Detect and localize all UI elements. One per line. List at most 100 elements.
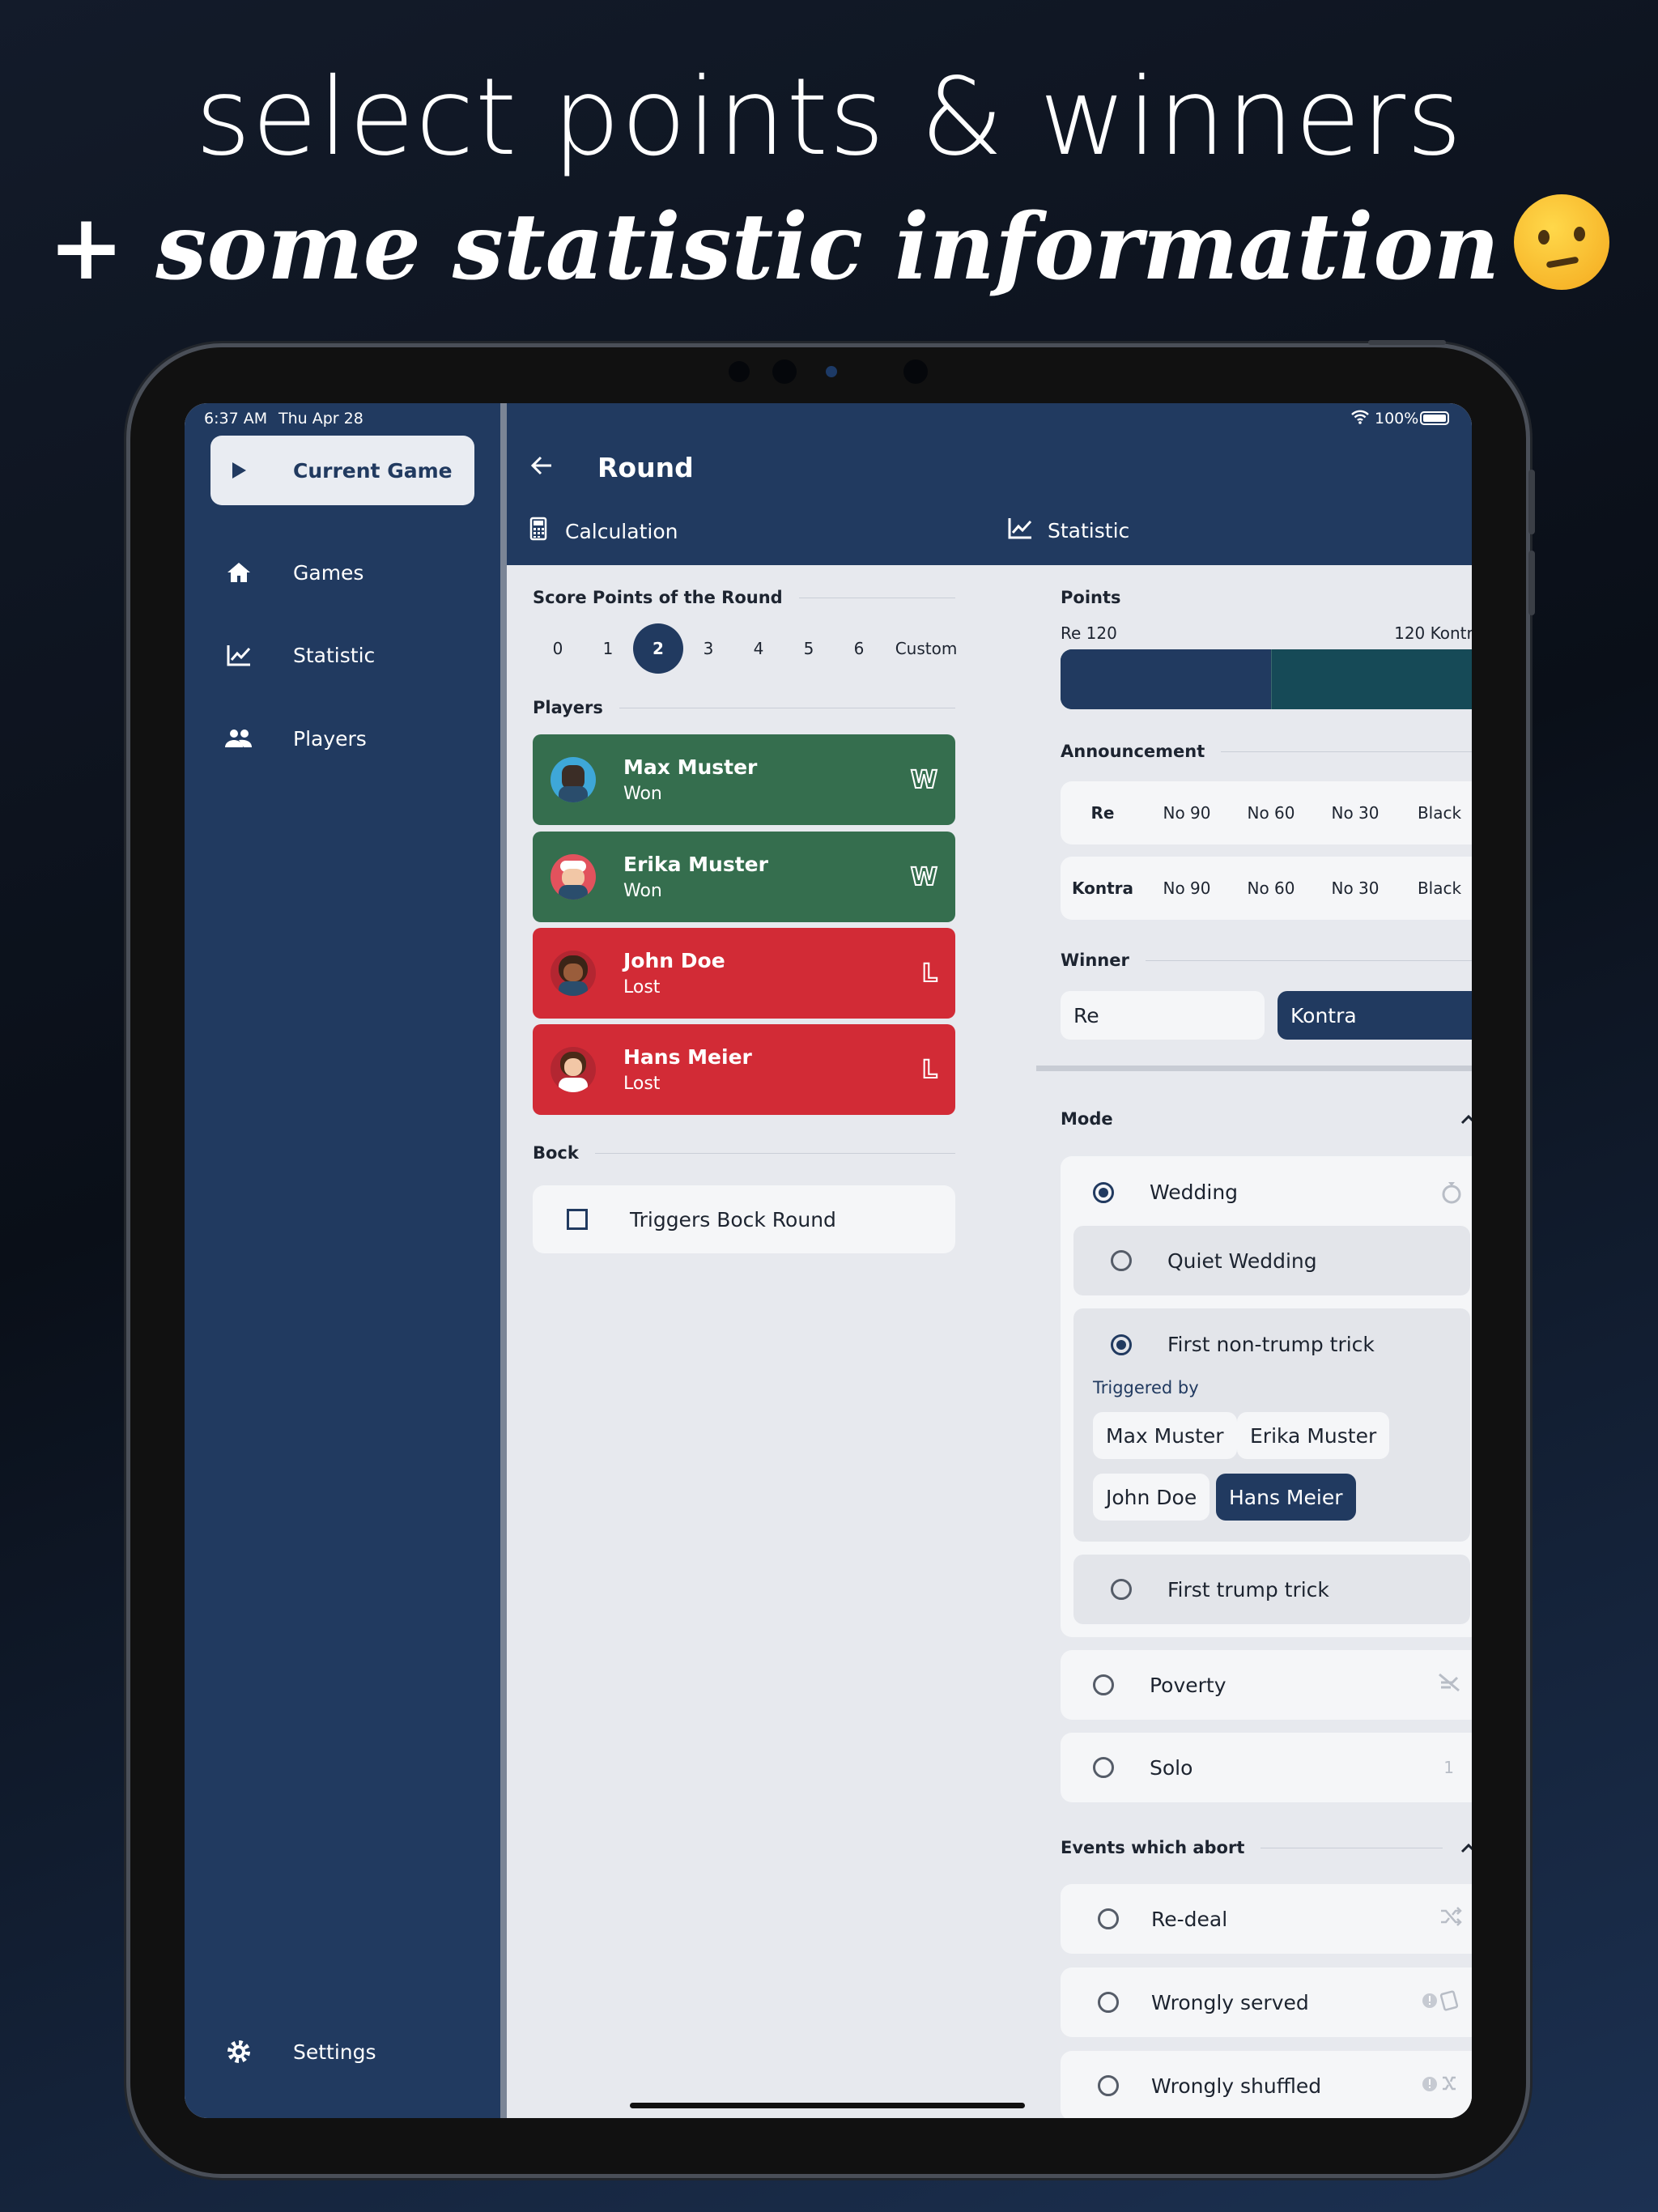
radio[interactable] xyxy=(1093,1757,1114,1778)
bock-checkbox-row[interactable]: Triggers Bock Round xyxy=(533,1185,955,1253)
wrongly-shuffled-option[interactable]: Wrongly shuffled xyxy=(1061,2051,1472,2118)
solo-label: Solo xyxy=(1150,1755,1193,1780)
radio[interactable] xyxy=(1098,2075,1119,2096)
hero-title: select points & winners xyxy=(195,55,1463,180)
radio[interactable] xyxy=(1093,1674,1114,1695)
mode-heading[interactable]: Mode xyxy=(1061,1109,1472,1129)
hero-subtitle: + some statistic information xyxy=(0,194,1658,300)
wifi-icon xyxy=(1350,410,1370,428)
score-option[interactable]: 2 xyxy=(633,623,683,674)
shuffle-icon xyxy=(1439,1906,1462,1932)
score-option[interactable]: Custom xyxy=(892,623,960,674)
quiet-wedding-option[interactable]: Quiet Wedding xyxy=(1073,1226,1470,1295)
trigger-chip[interactable]: Erika Muster xyxy=(1237,1412,1390,1459)
bock-label: Triggers Bock Round xyxy=(630,1207,836,1231)
score-heading: Score Points of the Round xyxy=(533,588,955,607)
redeal-label: Re-deal xyxy=(1151,1907,1228,1931)
split-divider[interactable] xyxy=(500,403,507,2118)
nav-current-game[interactable]: Current Game xyxy=(210,436,474,505)
sensor xyxy=(903,359,928,384)
mode-column: Mode Wedding Quiet Wedding First non-tru… xyxy=(1061,565,1472,2118)
chart-icon xyxy=(210,644,267,666)
result-tag: W xyxy=(910,862,938,892)
wrongly-served-label: Wrongly served xyxy=(1151,1990,1309,2014)
radio[interactable] xyxy=(1111,1334,1132,1355)
nav-players[interactable]: Players xyxy=(210,704,474,773)
player-name: Max Muster xyxy=(623,755,758,779)
chevron-up-icon[interactable] xyxy=(1460,1838,1472,1857)
radio[interactable] xyxy=(1093,1181,1114,1203)
poverty-option[interactable]: Poverty xyxy=(1061,1650,1472,1720)
thinking-face-icon xyxy=(1514,194,1610,290)
wedding-label: Wedding xyxy=(1150,1180,1239,1204)
camera xyxy=(826,366,837,377)
avatar xyxy=(551,854,596,900)
score-option[interactable]: 3 xyxy=(683,623,733,674)
sidebar: Current Game Games Statistic Players Set… xyxy=(185,403,500,2118)
score-option[interactable]: 0 xyxy=(533,623,583,674)
triggered-by-label: Triggered by xyxy=(1093,1378,1199,1397)
poverty-label: Poverty xyxy=(1150,1673,1226,1697)
score-option[interactable]: 1 xyxy=(583,623,633,674)
bock-heading: Bock xyxy=(533,1143,955,1163)
player-card[interactable]: Erika Muster Won W xyxy=(533,832,955,922)
radio[interactable] xyxy=(1098,1992,1119,2013)
score-option[interactable]: 4 xyxy=(733,623,784,674)
wedding-option[interactable]: Wedding xyxy=(1093,1180,1238,1204)
ring-icon xyxy=(1441,1179,1462,1210)
player-name: John Doe xyxy=(623,949,725,972)
score-option[interactable]: 6 xyxy=(834,623,884,674)
player-status: Won xyxy=(623,784,662,804)
warning-shuffle-icon xyxy=(1422,2071,1462,2100)
volume-button xyxy=(1528,470,1535,534)
player-card[interactable]: John Doe Lost L xyxy=(533,928,955,1019)
status-bar: 6:37 AM Thu Apr 28 100% xyxy=(185,403,1472,436)
players-heading: Players xyxy=(533,698,955,717)
players-heading-text: Players xyxy=(533,698,603,717)
radio[interactable] xyxy=(1111,1579,1132,1600)
sensor xyxy=(729,361,750,382)
gear-icon xyxy=(210,2039,267,2065)
chevron-up-icon[interactable] xyxy=(1460,1109,1472,1129)
first-trump-option[interactable]: First trump trick xyxy=(1073,1555,1470,1624)
redeal-option[interactable]: Re-deal xyxy=(1061,1884,1472,1954)
battery-percent: 100% xyxy=(1375,410,1419,428)
abort-heading[interactable]: Events which abort xyxy=(1061,1838,1472,1857)
screen: 6:37 AM Thu Apr 28 100% Current Game Gam… xyxy=(185,403,1472,2118)
tab-statistic[interactable]: Statistic xyxy=(1007,517,1129,544)
nav-label: Players xyxy=(293,726,367,751)
radio[interactable] xyxy=(1111,1250,1132,1271)
nav-label: Games xyxy=(293,560,364,585)
trigger-chip[interactable]: Max Muster xyxy=(1093,1412,1237,1459)
round-content: Score Points of the Round 0 1 2 3 4 5 6 Custom … xyxy=(507,565,1472,2118)
home-indicator[interactable] xyxy=(630,2103,1025,2108)
nav-settings[interactable]: Settings xyxy=(210,2017,474,2087)
solo-option[interactable]: Solo 1 xyxy=(1061,1733,1472,1802)
avatar xyxy=(551,757,596,802)
trigger-chip[interactable]: John Doe xyxy=(1093,1474,1210,1521)
avatar xyxy=(551,951,596,996)
trigger-chip[interactable]: Hans Meier xyxy=(1216,1474,1356,1521)
nav-games[interactable]: Games xyxy=(210,538,474,607)
wrongly-served-option[interactable]: Wrongly served xyxy=(1061,1967,1472,2037)
player-status: Lost xyxy=(623,1074,661,1094)
quiet-wedding-label: Quiet Wedding xyxy=(1167,1249,1317,1273)
radio[interactable] xyxy=(1098,1908,1119,1929)
warning-cards-icon xyxy=(1422,1988,1462,2017)
nav-statistic[interactable]: Statistic xyxy=(210,620,474,690)
result-tag: L xyxy=(921,959,938,989)
power-button xyxy=(1368,340,1446,345)
player-card[interactable]: Max Muster Won W xyxy=(533,734,955,825)
first-nontrump-label: First non-trump trick xyxy=(1167,1333,1375,1356)
player-card[interactable]: Hans Meier Lost L xyxy=(533,1024,955,1115)
first-nontrump-option[interactable]: First non-trump trick Triggered by Max M… xyxy=(1073,1308,1470,1542)
player-status: Lost xyxy=(623,977,661,998)
score-heading-text: Score Points of the Round xyxy=(533,588,783,607)
checkbox[interactable] xyxy=(567,1209,588,1230)
back-arrow-icon[interactable] xyxy=(529,453,554,481)
player-name: Hans Meier xyxy=(623,1045,752,1069)
calculator-icon xyxy=(529,517,547,546)
score-option[interactable]: 5 xyxy=(784,623,834,674)
tab-calculation[interactable]: Calculation xyxy=(529,517,678,546)
nav-label: Statistic xyxy=(293,643,376,667)
